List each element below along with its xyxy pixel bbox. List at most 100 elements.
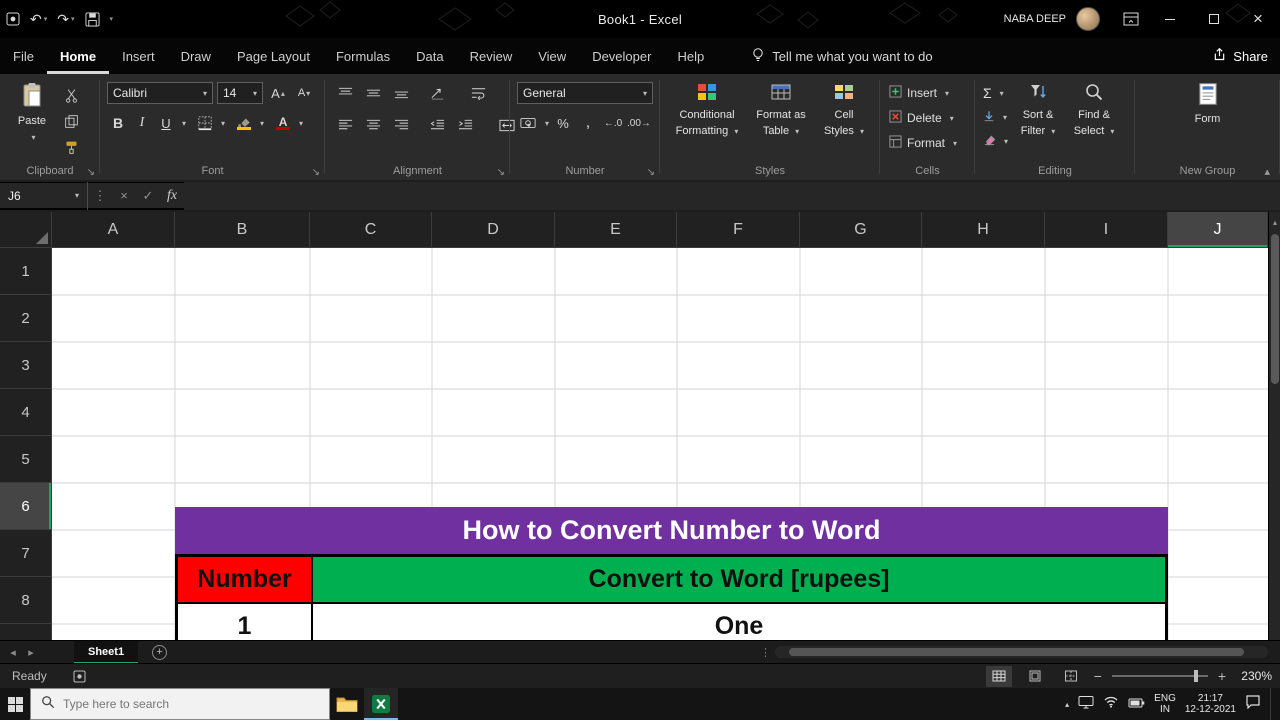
- row-header[interactable]: 4: [0, 389, 52, 436]
- copy-icon[interactable]: [60, 110, 82, 132]
- alignment-dialog-launcher-icon[interactable]: ↘: [497, 167, 505, 178]
- paste-button[interactable]: Paste ▾: [10, 82, 54, 158]
- increase-decimal-button[interactable]: ←.0: [602, 112, 624, 134]
- fill-color-icon[interactable]: [233, 112, 255, 134]
- display-icon[interactable]: [1078, 695, 1094, 714]
- format-as-table-button[interactable]: Format as Table ▾: [752, 82, 810, 158]
- orientation-icon[interactable]: [426, 82, 448, 104]
- confirm-entry-icon[interactable]: ✓: [136, 188, 160, 204]
- action-center-icon[interactable]: [1245, 694, 1261, 714]
- decrease-indent-icon[interactable]: [426, 114, 448, 136]
- scroll-up-icon[interactable]: ▴: [1269, 214, 1280, 230]
- minimize-button[interactable]: [1148, 0, 1192, 38]
- tab-home[interactable]: Home: [47, 38, 109, 74]
- insert-cells-button[interactable]: Insert ▾: [889, 82, 975, 104]
- file-explorer-icon[interactable]: [330, 688, 364, 720]
- vertical-scrollbar-thumb[interactable]: [1271, 234, 1279, 384]
- clear-button[interactable]: ▾: [983, 130, 1008, 152]
- number-format-select[interactable]: General ▾: [517, 82, 653, 104]
- tab-data[interactable]: Data: [403, 38, 456, 74]
- column-header[interactable]: A: [52, 212, 175, 248]
- tab-view[interactable]: View: [525, 38, 579, 74]
- excel-taskbar-icon[interactable]: [364, 688, 398, 720]
- zoom-out-button[interactable]: −: [1094, 668, 1102, 684]
- align-bottom-icon[interactable]: [390, 82, 412, 104]
- wrap-text-icon[interactable]: [468, 82, 490, 104]
- tab-help[interactable]: Help: [664, 38, 717, 74]
- sheet-nav-prev-icon[interactable]: ◂: [4, 646, 22, 659]
- name-box[interactable]: J6 ▾: [0, 181, 88, 210]
- column-header[interactable]: G: [800, 212, 922, 248]
- sheet-tab-sheet1[interactable]: Sheet1: [74, 640, 139, 664]
- normal-view-icon[interactable]: [985, 665, 1012, 687]
- insert-function-icon[interactable]: fx: [160, 188, 184, 204]
- italic-button[interactable]: I: [131, 112, 153, 134]
- tell-me-box[interactable]: Tell me what you want to do: [751, 47, 933, 66]
- column-header[interactable]: I: [1045, 212, 1168, 248]
- align-left-icon[interactable]: [334, 114, 356, 136]
- collapse-ribbon-icon[interactable]: ▴: [1264, 165, 1270, 178]
- borders-icon[interactable]: [194, 112, 216, 134]
- tab-file[interactable]: File: [0, 38, 47, 74]
- column-header[interactable]: C: [310, 212, 432, 248]
- horizontal-scrollbar-thumb[interactable]: [789, 648, 1244, 656]
- ribbon-display-options-icon[interactable]: [1114, 0, 1148, 38]
- show-desktop-button[interactable]: [1270, 688, 1274, 720]
- page-break-view-icon[interactable]: [1058, 666, 1084, 687]
- conditional-formatting-button[interactable]: Conditional Formatting ▾: [670, 82, 744, 158]
- share-button[interactable]: Share: [1212, 38, 1268, 74]
- fill-color-dropdown-icon[interactable]: ▾: [260, 119, 264, 128]
- vertical-scrollbar[interactable]: ▴: [1268, 212, 1280, 640]
- borders-dropdown-icon[interactable]: ▾: [221, 119, 225, 128]
- maximize-button[interactable]: [1192, 0, 1236, 38]
- zoom-level-label[interactable]: 230%: [1236, 669, 1272, 683]
- tab-insert[interactable]: Insert: [109, 38, 168, 74]
- accounting-format-icon[interactable]: [517, 112, 539, 134]
- tab-developer[interactable]: Developer: [579, 38, 664, 74]
- column-header-selected[interactable]: J: [1168, 212, 1268, 248]
- battery-icon[interactable]: [1128, 695, 1145, 713]
- bold-button[interactable]: B: [107, 112, 129, 134]
- cell-header-number[interactable]: Number: [177, 556, 312, 603]
- accounting-dropdown-icon[interactable]: ▾: [545, 119, 549, 128]
- column-header[interactable]: F: [677, 212, 800, 248]
- cell-title-banner[interactable]: How to Convert Number to Word: [175, 507, 1168, 554]
- start-button[interactable]: [0, 688, 30, 720]
- increase-indent-icon[interactable]: [454, 114, 476, 136]
- row-header[interactable]: 8: [0, 577, 52, 624]
- row-header[interactable]: 3: [0, 342, 52, 389]
- column-header[interactable]: D: [432, 212, 555, 248]
- increase-font-size-button[interactable]: A ▴: [267, 82, 289, 104]
- close-button[interactable]: ×: [1236, 0, 1280, 38]
- number-dialog-launcher-icon[interactable]: ↘: [647, 167, 655, 178]
- font-name-select[interactable]: Calibri ▾: [107, 82, 213, 104]
- language-indicator[interactable]: ENG IN: [1154, 693, 1176, 715]
- cut-icon[interactable]: [60, 84, 82, 106]
- column-header[interactable]: H: [922, 212, 1045, 248]
- hidden-icons-chevron[interactable]: ▴: [1065, 700, 1069, 709]
- zoom-slider[interactable]: [1111, 670, 1208, 682]
- cell-header-words[interactable]: Convert to Word [rupees]: [312, 556, 1166, 603]
- align-middle-icon[interactable]: [362, 82, 384, 104]
- taskbar-search[interactable]: [30, 688, 330, 720]
- clipboard-dialog-launcher-icon[interactable]: ↘: [87, 167, 95, 178]
- row-header[interactable]: 5: [0, 436, 52, 483]
- sort-filter-button[interactable]: Sort & Filter ▾: [1012, 82, 1064, 158]
- zoom-slider-thumb[interactable]: [1193, 670, 1198, 682]
- search-input[interactable]: [63, 697, 303, 711]
- account-name[interactable]: NABA DEEP: [1004, 13, 1066, 25]
- format-cells-button[interactable]: Format ▾: [889, 132, 975, 154]
- delete-cells-button[interactable]: Delete ▾: [889, 107, 975, 129]
- decrease-decimal-button[interactable]: .00→: [627, 112, 651, 134]
- row-header-selected[interactable]: 6: [0, 483, 52, 530]
- font-size-select[interactable]: 14 ▾: [217, 82, 263, 104]
- row-header[interactable]: 2: [0, 295, 52, 342]
- decrease-font-size-button[interactable]: A ▾: [293, 82, 315, 104]
- autosum-button[interactable]: Σ ▾: [983, 82, 1008, 104]
- align-top-icon[interactable]: [334, 82, 356, 104]
- record-macro-icon[interactable]: [73, 670, 87, 683]
- tab-splitter-grip-icon[interactable]: ⋮: [760, 646, 771, 659]
- row-header[interactable]: 1: [0, 248, 52, 295]
- find-select-button[interactable]: Find & Select ▾: [1068, 82, 1120, 158]
- tab-page-layout[interactable]: Page Layout: [224, 38, 323, 74]
